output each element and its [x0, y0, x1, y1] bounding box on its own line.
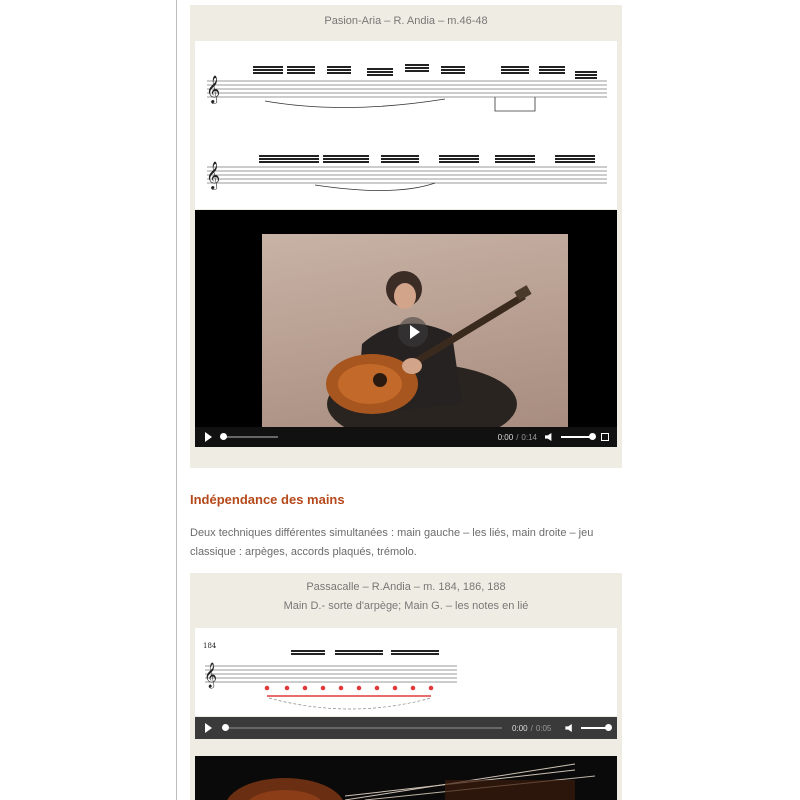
seek-handle[interactable]: [220, 433, 227, 440]
figure-pasion-aria: Pasion-Aria – R. Andia – m.46-48 𝄞 𝄞 0:0…: [190, 5, 622, 468]
svg-text:𝄞: 𝄞: [206, 161, 220, 190]
slur-arcs: [264, 97, 536, 191]
section-heading: Indépendance des mains: [190, 492, 345, 507]
audio-volume-slider[interactable]: [581, 724, 613, 731]
note-beams-top: [253, 64, 597, 79]
video-controls: 0:00 / 0:14: [195, 427, 617, 447]
audio-total-time: 0:05: [535, 723, 552, 733]
svg-text:𝄞: 𝄞: [204, 662, 217, 688]
dashed-slur: [268, 697, 432, 710]
audio-time-separator: /: [530, 723, 533, 733]
figure-passacalle: Passacalle – R.Andia – m. 184, 186, 188 …: [190, 573, 622, 800]
content-left-border: [176, 0, 177, 800]
current-time: 0:00: [497, 432, 514, 442]
volume-handle[interactable]: [589, 433, 596, 440]
second-video-thumbnail[interactable]: [195, 756, 617, 800]
measure-number: 184: [203, 642, 217, 650]
staff-bottom: [207, 166, 607, 184]
time-separator: /: [516, 432, 519, 442]
sheet-music-image-2: 184 𝄞: [203, 642, 457, 710]
sheet-music-score-2: 184 𝄞: [195, 628, 617, 716]
play-overlay-button[interactable]: [398, 317, 428, 347]
red-notes: [264, 685, 434, 697]
sheet-music-score: 𝄞 𝄞: [195, 41, 617, 209]
figure-caption-line1: Passacalle – R.Andia – m. 184, 186, 188: [306, 581, 506, 593]
play-icon[interactable]: [205, 432, 212, 442]
sheet-music-image: 𝄞 𝄞: [206, 64, 607, 191]
volume-icon[interactable]: [545, 433, 552, 441]
note-beams: [291, 650, 439, 655]
guitar-closeup-image: [227, 763, 596, 800]
video-thumbnail-guitarist: [262, 234, 568, 429]
volume-icon[interactable]: [565, 724, 572, 732]
play-icon[interactable]: [205, 723, 212, 733]
fullscreen-icon[interactable]: [601, 433, 609, 441]
video-player[interactable]: 0:00 / 0:14: [195, 210, 617, 447]
figure-caption: Pasion-Aria – R. Andia – m.46-48: [324, 15, 488, 27]
figure-caption-line2: Main D.- sorte d'arpège; Main G. – les n…: [283, 600, 529, 612]
volume-slider[interactable]: [561, 433, 596, 440]
staff-top: [207, 80, 607, 98]
audio-player[interactable]: 0:00 / 0:05: [195, 717, 617, 739]
audio-seek-handle[interactable]: [222, 724, 229, 731]
audio-current-time: 0:00: [512, 723, 528, 733]
total-time: 0:14: [521, 432, 537, 442]
section-paragraph: Deux techniques différentes simultanées …: [190, 527, 594, 558]
seek-bar[interactable]: [220, 433, 278, 440]
audio-seek-bar[interactable]: [222, 724, 502, 731]
audio-volume-handle[interactable]: [605, 724, 613, 731]
note-beams-bottom: [259, 155, 595, 163]
svg-text:𝄞: 𝄞: [206, 75, 220, 104]
